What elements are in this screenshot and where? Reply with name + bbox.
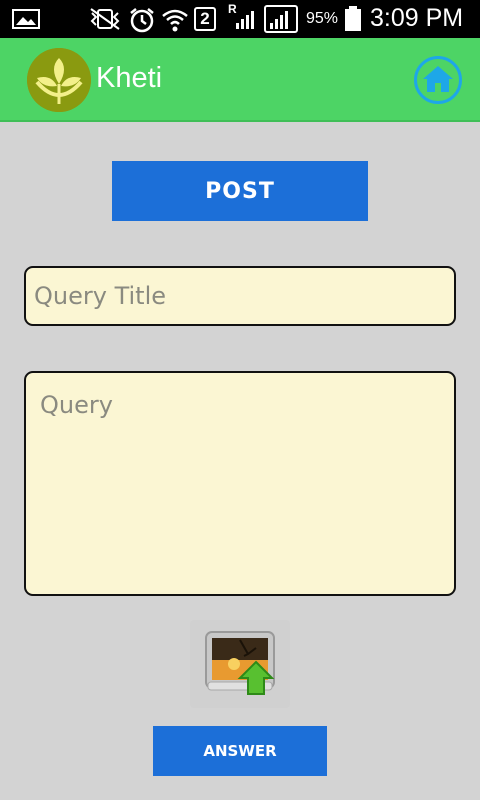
sim-badge: 2 (194, 7, 216, 31)
query-textarea[interactable]: Query (24, 371, 456, 596)
leaf-logo-icon (27, 48, 91, 112)
image-upload-icon (205, 631, 275, 695)
battery-icon (345, 6, 361, 31)
signal-strength-secondary-icon (264, 5, 298, 33)
home-button[interactable] (414, 56, 462, 104)
image-upload-button[interactable] (190, 620, 290, 708)
home-icon (423, 66, 453, 92)
query-title-placeholder: Query Title (34, 282, 166, 310)
alarm-icon (130, 8, 154, 33)
wifi-icon (162, 9, 188, 32)
clock: 3:09 PM (370, 4, 464, 32)
vibrate-mute-icon (90, 8, 120, 30)
answer-button[interactable]: ANSWER (153, 726, 327, 776)
signal-strength-icon (236, 11, 254, 29)
post-button[interactable]: POST (112, 161, 368, 221)
gallery-notification-icon (12, 9, 40, 29)
action-bar: Kheti (0, 38, 480, 122)
query-placeholder: Query (40, 391, 113, 419)
status-bar: 2 R 95% 3:09 PM (0, 0, 480, 38)
query-title-input[interactable]: Query Title (24, 266, 456, 326)
battery-percent: 95% (306, 10, 339, 27)
app-title: Kheti (96, 62, 163, 94)
